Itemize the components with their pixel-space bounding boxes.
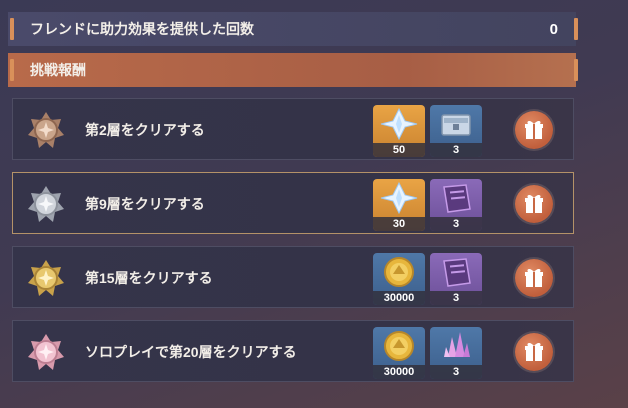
reward-item-qty: 3 [430,217,482,231]
reward-item-qty: 3 [430,291,482,305]
reward-item[interactable]: 50 [373,105,425,157]
reward-row[interactable]: 第2層をクリアする 50 3 [12,98,574,160]
friend-assist-bar: フレンドに助力効果を提供した回数 0 [8,12,578,46]
reward-item-qty: 30000 [373,365,425,379]
crystal-icon [380,181,418,215]
book-icon [443,258,471,287]
pink-crystal-icon [444,332,470,357]
reward-item-qty: 50 [373,143,425,157]
reward-item[interactable]: 30 [373,179,425,231]
gift-icon [525,268,543,287]
reward-task-label: ソロプレイで第20層をクリアする [85,344,297,360]
reward-item[interactable]: 3 [430,105,482,157]
reward-item[interactable]: 30000 [373,253,425,305]
gift-icon [525,120,543,139]
coin-icon [384,331,414,361]
reward-item[interactable]: 3 [430,253,482,305]
crystal-icon [380,107,418,141]
claim-gift-button[interactable] [515,333,553,371]
chest-icon [441,114,471,136]
reward-item[interactable]: 3 [430,179,482,231]
gold-medal-icon [28,260,64,296]
reward-item-qty: 30000 [373,291,425,305]
claim-gift-button[interactable] [515,111,553,149]
reward-item-qty: 3 [430,143,482,157]
reward-item-qty: 3 [430,365,482,379]
silver-medal-icon [28,186,64,222]
reward-task-label: 第15層をクリアする [85,270,213,286]
reward-item[interactable]: 3 [430,327,482,379]
reward-task-label: 第9層をクリアする [85,196,205,212]
book-icon [443,184,471,213]
claim-gift-button[interactable] [515,259,553,297]
reward-row[interactable]: 第15層をクリアする 30000 3 [12,246,574,308]
pink-medal-icon [28,334,64,370]
reward-item[interactable]: 30000 [373,327,425,379]
reward-task-label: 第2層をクリアする [85,122,205,138]
reward-item-qty: 30 [373,217,425,231]
challenge-reward-title: 挑戦報酬 [30,62,86,78]
bronze-medal-icon [28,112,64,148]
friend-assist-count: 0 [549,20,558,38]
gift-icon [525,342,543,361]
challenge-reward-header: 挑戦報酬 [8,53,578,87]
claim-gift-button[interactable] [515,185,553,223]
coin-icon [384,257,414,287]
gift-icon [525,194,543,213]
friend-assist-label: フレンドに助力効果を提供した回数 [30,21,254,37]
reward-row[interactable]: 第9層をクリアする 30 3 [12,172,574,234]
reward-row[interactable]: ソロプレイで第20層をクリアする 30000 3 [12,320,574,382]
